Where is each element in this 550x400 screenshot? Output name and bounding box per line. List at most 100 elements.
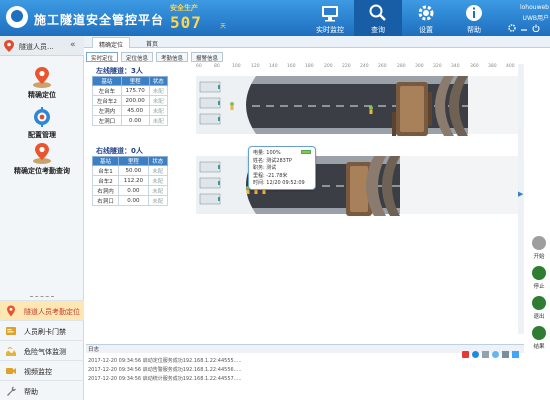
ruler-tick: 100 <box>232 64 241 69</box>
sidebar-item-card-gate[interactable]: 人员刷卡门禁 <box>0 320 84 340</box>
tab-home[interactable]: 首页 <box>140 37 164 48</box>
minimize-icon[interactable] <box>520 24 528 32</box>
sidebar-item-label: 视频监控 <box>24 368 52 376</box>
table-cell: 未配 <box>147 165 169 176</box>
sidebar: 隧道人员... « 精确定位 配置管理 精确定位考勤查询 隧道人员考勤定位 人员… <box>0 36 84 400</box>
nav-label: 查询 <box>371 26 385 34</box>
tooltip-line: 职务: 测试 <box>253 165 277 171</box>
worker-marker[interactable] <box>230 102 234 110</box>
table-cell: 45.00 <box>120 105 150 116</box>
location-pin-icon <box>33 67 51 88</box>
base-station <box>199 177 221 189</box>
ruler-tick: 140 <box>269 64 278 69</box>
subtab-attendance-info[interactable]: 考勤信息 <box>156 52 189 62</box>
ime-keyboard-icon[interactable] <box>502 351 509 358</box>
playback-controls: 开始 停止 退出 结果 <box>528 236 550 356</box>
power-icon[interactable] <box>532 24 540 33</box>
table-cell: 未配 <box>148 105 169 116</box>
worker-tooltip: 电量: 100% 姓名: 测试283TP 职务: 测试 里程: -21.78米 … <box>248 146 316 190</box>
config-icon <box>34 107 50 127</box>
wrench-icon <box>7 386 16 396</box>
table-row[interactable]: 左台车 175.70 未配 <box>92 85 169 96</box>
control-label: 停止 <box>533 284 545 290</box>
table-row[interactable]: 台车2 112.20 未配 <box>91 175 169 186</box>
right-tunnel-table: 基站 里程 状态 台车1 50.00 未配 台车2 112.20 未配 右洞内 … <box>91 156 169 206</box>
log-header: 日志 <box>86 345 524 353</box>
table-row[interactable]: 左洞内 45.00 未配 <box>92 105 169 116</box>
column-header: 里程 <box>120 76 150 86</box>
tooltip-line: 姓名: 测试283TP <box>253 157 292 164</box>
ruler-tick: 340 <box>451 64 460 69</box>
ruler-tick: 360 <box>470 64 479 69</box>
ruler-tick: 300 <box>415 64 424 69</box>
monitor-icon <box>322 6 338 22</box>
sidebar-item-tunnel-attendance[interactable]: 隧道人员考勤定位 <box>0 300 84 320</box>
settings-small-icon[interactable] <box>508 24 516 32</box>
nav-query[interactable]: 查询 <box>354 0 402 36</box>
result-icon <box>532 326 546 340</box>
sidebar-header-label: 隧道人员... <box>19 43 54 51</box>
header-tools <box>508 24 548 34</box>
ime-logo-icon[interactable] <box>462 351 469 358</box>
right-tunnel-title: 右线隧道：0人 <box>96 147 143 155</box>
table-row[interactable]: 右洞内 0.00 未配 <box>91 185 169 196</box>
ime-mode-icon[interactable] <box>472 351 479 358</box>
tab-precise-location[interactable]: 精确定位 <box>92 37 131 49</box>
feature-label: 精确定位考勤查询 <box>14 167 70 175</box>
ruler-tick: 80 <box>214 64 220 69</box>
app-header: 施工隧道安全管控平台 安全生产 507 天 实时监控 查询 设置 帮助 loho… <box>0 0 550 36</box>
sidebar-item-help[interactable]: 帮助 <box>0 380 84 400</box>
app-logo <box>6 6 28 28</box>
nav-realtime-monitor[interactable]: 实时监控 <box>306 0 354 36</box>
safety-unit: 天 <box>220 23 227 30</box>
right-tunnel-scene <box>196 150 518 238</box>
sidebar-item-label: 隧道人员考勤定位 <box>24 308 80 316</box>
nav-help[interactable]: 帮助 <box>450 0 498 36</box>
table-row[interactable]: 左台车2 200.00 未配 <box>92 95 169 106</box>
user-role: UWB用户 <box>522 15 549 22</box>
table-row[interactable]: 右洞口 0.00 未配 <box>91 195 169 206</box>
log-line: 2017-12-20 09:34:56 启动告警服务成功192.168.1.22… <box>88 367 242 373</box>
scroll-right-arrow-icon[interactable]: ▶ <box>518 190 523 198</box>
table-cell: 左台车2 <box>92 95 122 106</box>
play-icon <box>532 236 546 250</box>
ime-skin-icon[interactable] <box>512 351 519 358</box>
log-panel: 日志 2017-12-20 09:34:56 启动定位服务成功192.168.1… <box>86 344 524 400</box>
sidebar-item-video-monitoring[interactable]: 视频监控 <box>0 360 84 380</box>
collapse-icon[interactable]: « <box>70 40 76 50</box>
station-light <box>218 101 220 105</box>
location-pin-icon <box>7 305 15 317</box>
control-label: 结果 <box>533 344 545 350</box>
user-info: lohouweb UWB用户 <box>505 4 549 24</box>
column-header: 里程 <box>118 156 149 166</box>
subtab-location-info[interactable]: 定位信息 <box>121 52 154 62</box>
card-gate-icon <box>6 327 16 335</box>
nav-label: 帮助 <box>467 26 481 34</box>
sidebar-item-gas-monitoring[interactable]: 危险气体监测 <box>0 340 84 360</box>
subtab-realtime-location[interactable]: 实时定位 <box>86 52 119 62</box>
column-header: 状态 <box>148 76 169 86</box>
vertical-scrollbar[interactable]: ▶ <box>518 64 524 334</box>
ruler-tick: 260 <box>378 64 387 69</box>
camera-icon <box>6 368 16 374</box>
base-station <box>199 97 221 109</box>
table-cell: 未配 <box>147 185 169 196</box>
table-cell: 台车1 <box>91 165 120 176</box>
table-cell: 50.00 <box>118 165 149 176</box>
control-label: 开始 <box>533 254 545 260</box>
table-row[interactable]: 台车1 50.00 未配 <box>91 165 169 176</box>
base-station <box>199 193 221 205</box>
left-tunnel-table: 基站 里程 状态 左台车 175.70 未配 左台车2 200.00 未配 左洞… <box>92 76 169 126</box>
table-cell: 未配 <box>148 95 169 106</box>
info-icon <box>466 5 482 21</box>
ime-punct-icon[interactable] <box>482 351 489 358</box>
nav-settings[interactable]: 设置 <box>402 0 450 36</box>
tooltip-line: 时间: 12/20 09:52:09 <box>253 180 305 186</box>
table-cell: 台车2 <box>91 175 120 186</box>
subtab-alarm-info[interactable]: 报警信息 <box>191 52 224 62</box>
table-row[interactable]: 左洞口 0.00 未配 <box>92 115 169 126</box>
ime-emoji-icon[interactable] <box>492 351 499 358</box>
sidebar-divider <box>30 296 54 297</box>
worker-marker[interactable] <box>369 106 373 114</box>
ruler-tick: 220 <box>342 64 351 69</box>
